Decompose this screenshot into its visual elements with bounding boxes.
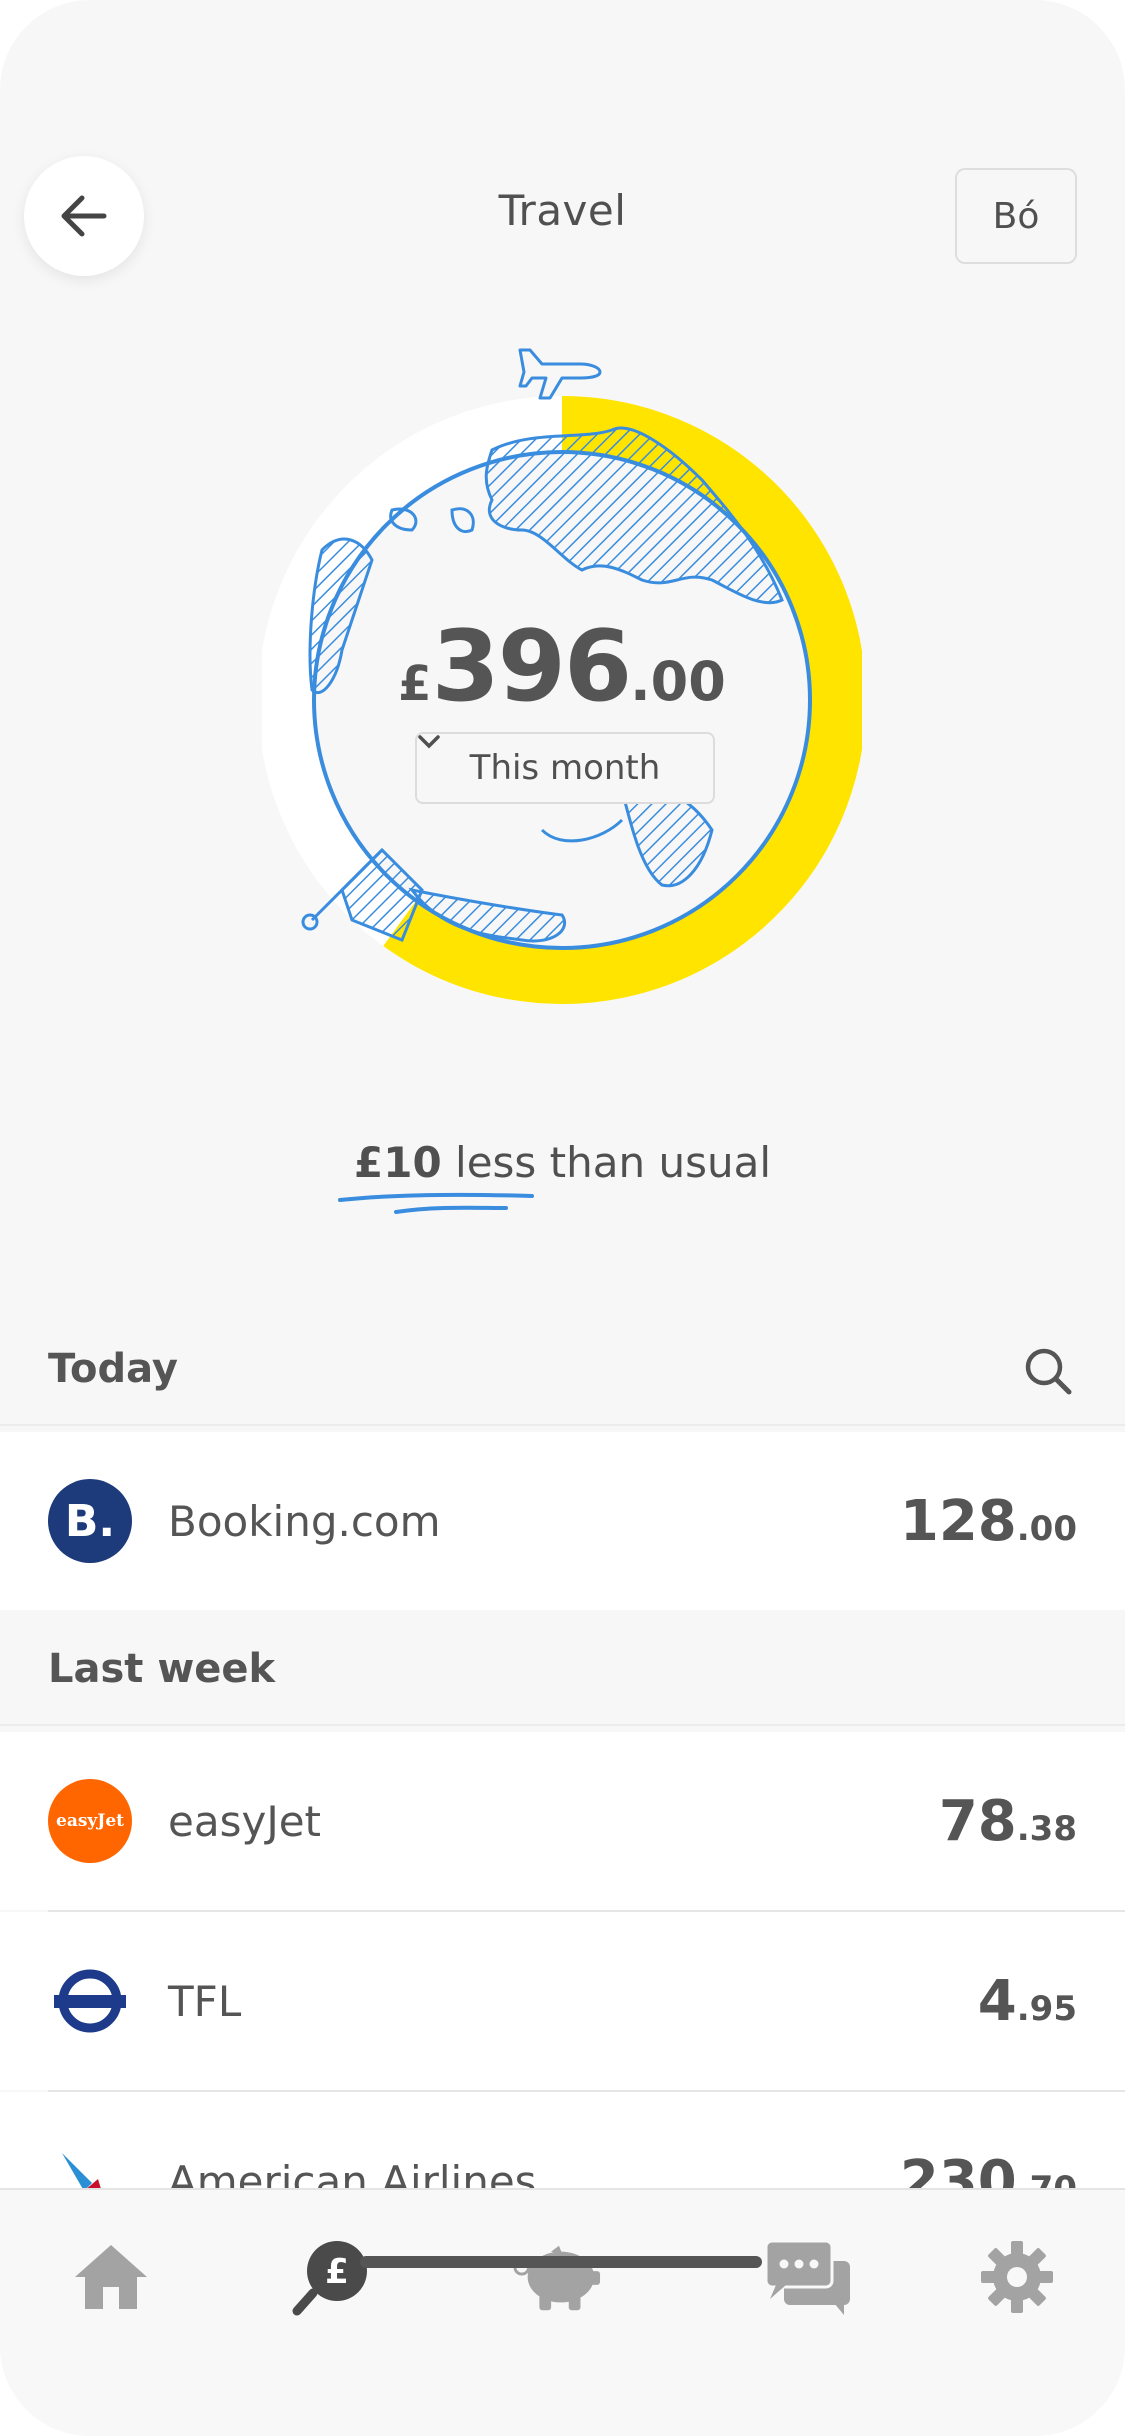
tab-spending[interactable]: £ — [286, 2232, 376, 2322]
chevron-down-icon — [418, 735, 440, 749]
transaction-amount: 78.38 — [938, 1788, 1077, 1854]
tfl-roundel-logo — [48, 1959, 132, 2043]
tab-home[interactable] — [66, 2232, 156, 2322]
underline-scribble — [338, 1192, 534, 1214]
tab-settings[interactable] — [972, 2232, 1062, 2322]
airplane-icon — [518, 348, 602, 400]
merchant-name: easyJet — [168, 1796, 322, 1846]
svg-text:£: £ — [325, 2252, 349, 2292]
piggy-bank-icon — [513, 2245, 601, 2311]
tab-savings[interactable] — [512, 2232, 602, 2322]
search-icon[interactable] — [1023, 1346, 1073, 1396]
comparison-amount: £10 — [354, 1138, 442, 1187]
home-icon — [75, 2245, 147, 2309]
booking-logo: B. — [48, 1479, 132, 1563]
transaction-amount: 128.00 — [899, 1488, 1077, 1554]
merchant-name: TFL — [168, 1976, 242, 2026]
app-screen: Travel Bó £396.00 This month £10 less th… — [0, 0, 1125, 2436]
home-indicator — [360, 2256, 762, 2268]
tab-bar: £ — [0, 2188, 1125, 2436]
spending-total: £396.00 — [398, 610, 726, 724]
transaction-row-tfl[interactable]: TFL 4.95 — [0, 1912, 1125, 2090]
section-header-today: Today — [0, 1314, 1125, 1426]
transaction-row-booking[interactable]: B. Booking.com 128.00 — [0, 1432, 1125, 1610]
language-button[interactable]: Bó — [955, 168, 1077, 264]
settings-icon — [981, 2241, 1053, 2313]
spending-ring: £396.00 This month — [262, 330, 862, 1030]
period-selector[interactable]: This month — [415, 732, 715, 804]
section-header-last-week: Last week — [0, 1614, 1125, 1726]
easyjet-logo: easyJet — [48, 1779, 132, 1863]
tab-chat[interactable] — [764, 2232, 854, 2322]
comparison-label: less than usual — [441, 1138, 771, 1187]
transaction-row-easyjet[interactable]: easyJet easyJet 78.38 — [0, 1732, 1125, 1910]
spending-search-icon: £ — [292, 2241, 367, 2316]
merchant-name: Booking.com — [168, 1496, 441, 1546]
chat-icon — [764, 2239, 850, 2315]
comparison-text: £10 less than usual — [0, 1138, 1125, 1187]
period-label: This month — [469, 748, 661, 788]
transaction-amount: 4.95 — [977, 1968, 1077, 2034]
